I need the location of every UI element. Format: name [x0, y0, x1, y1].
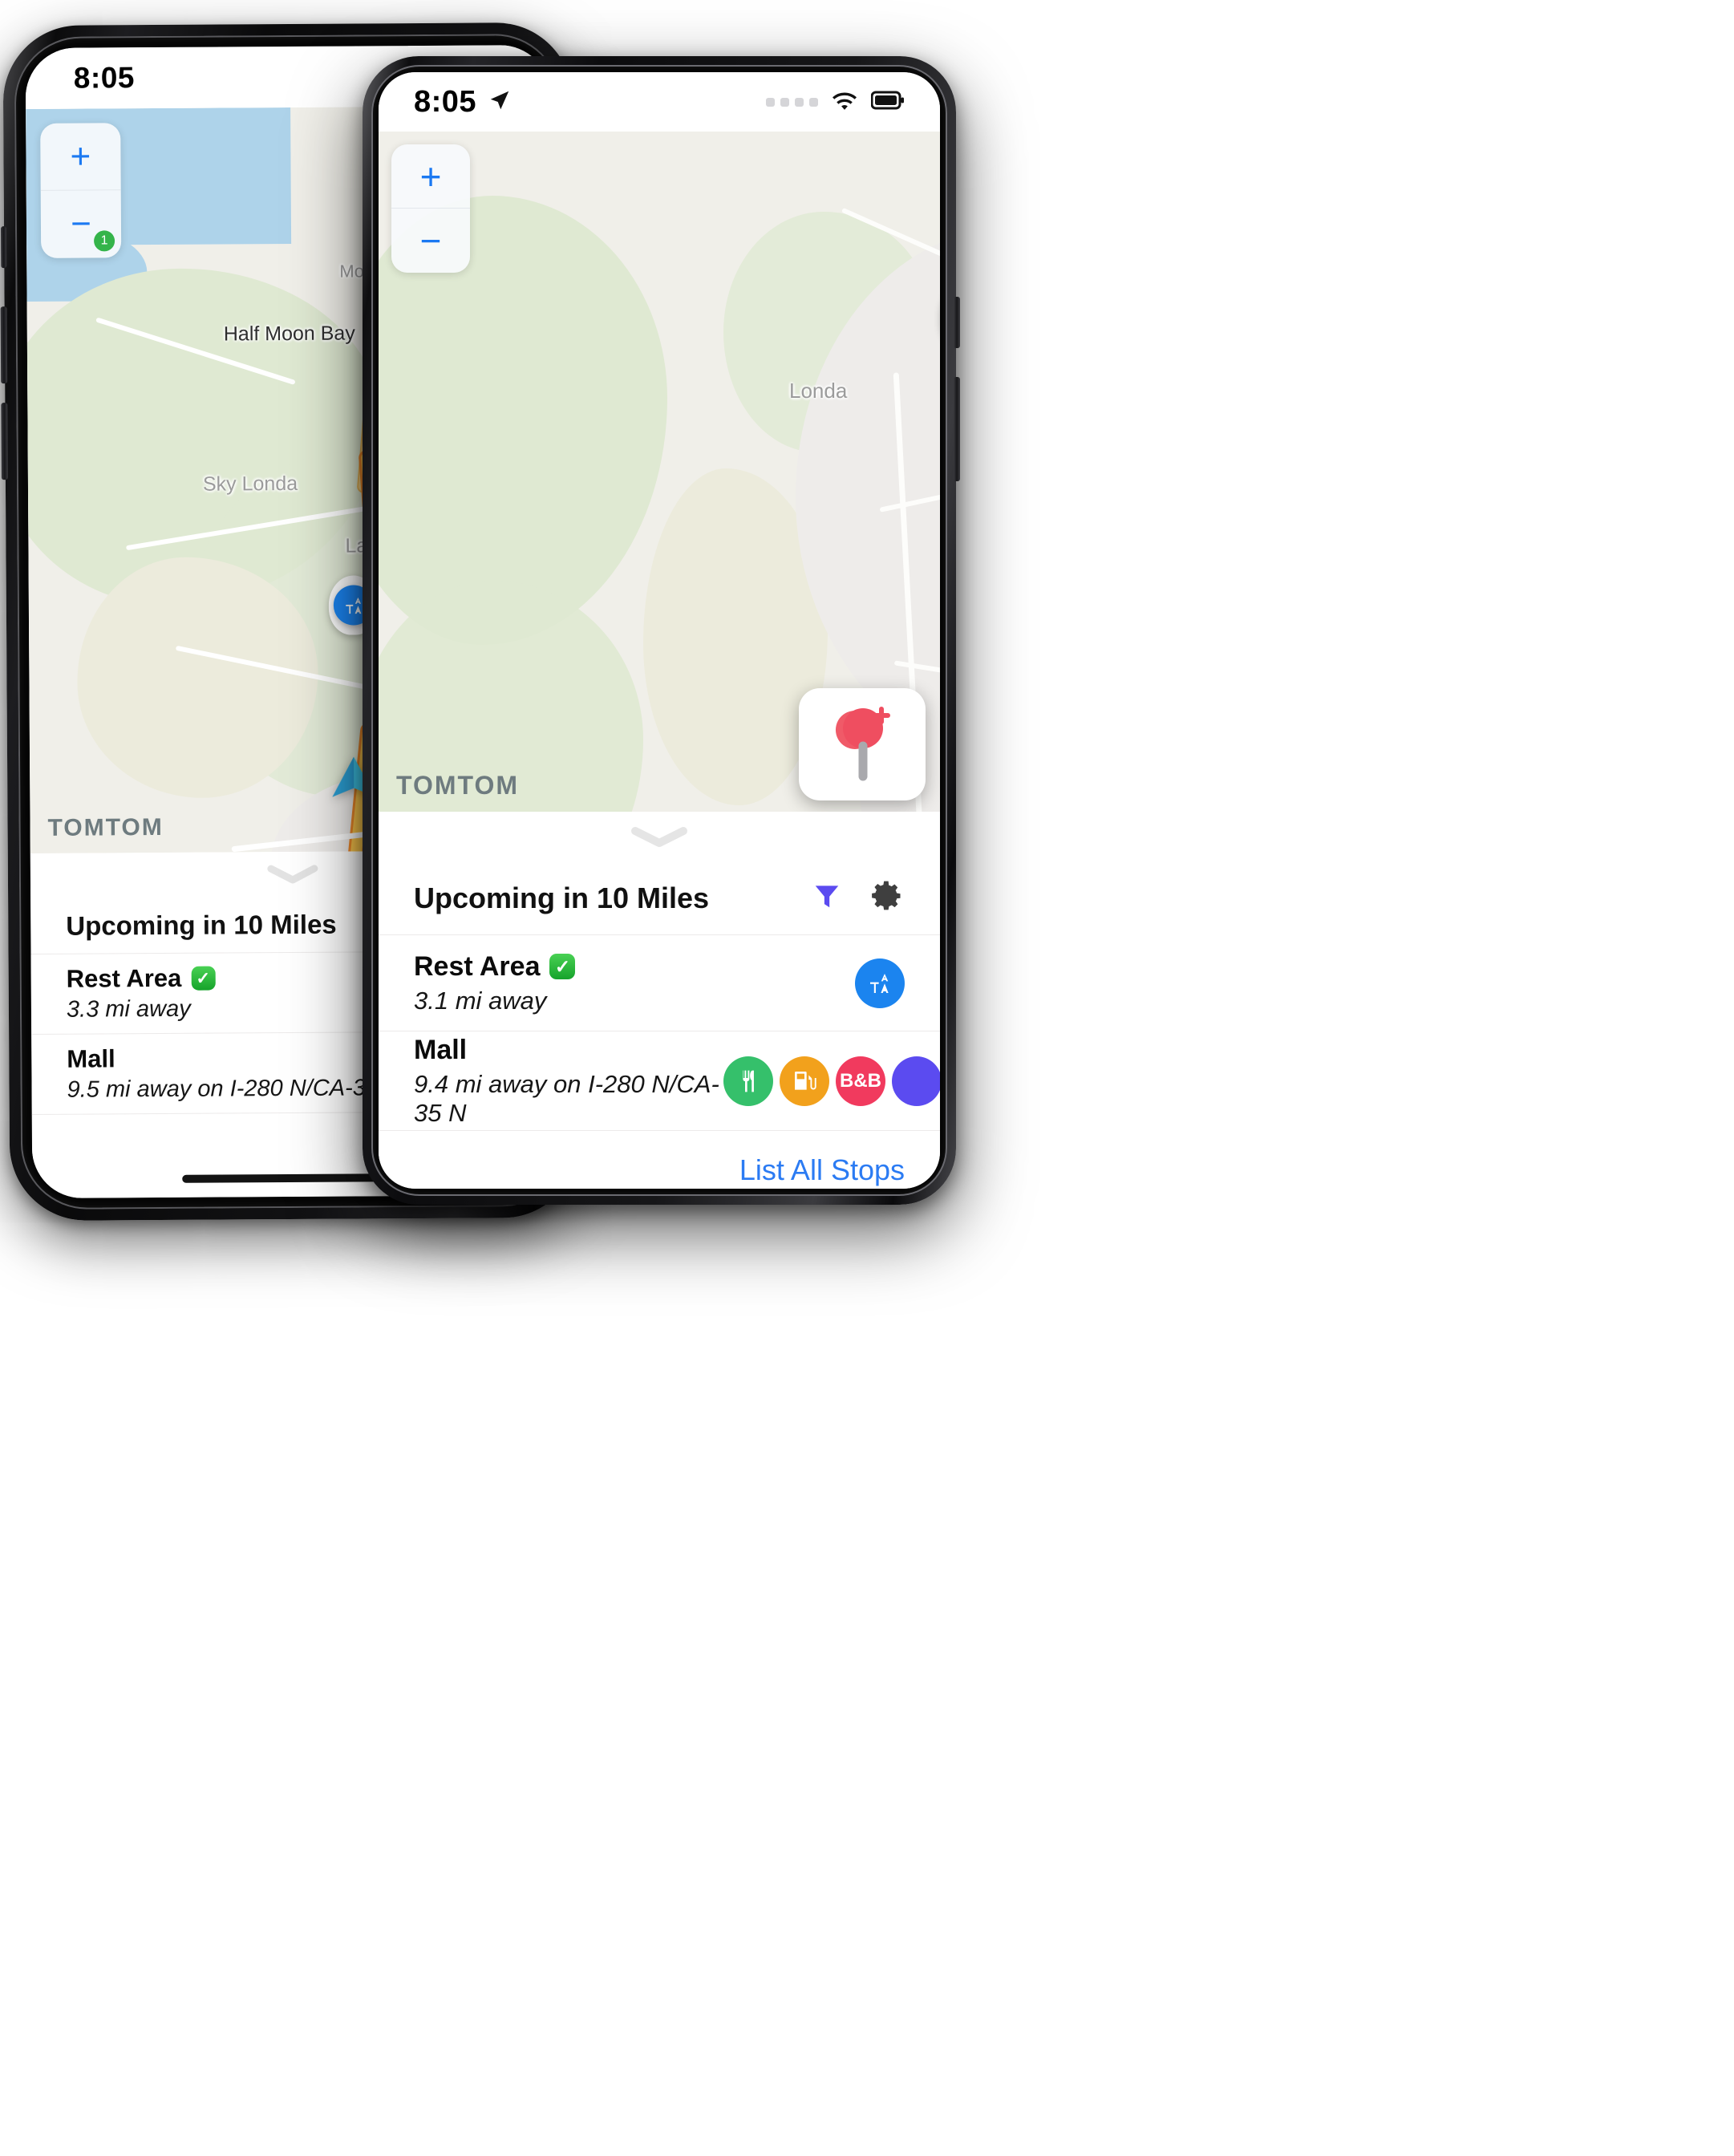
table-row[interactable]: Mall 9.4 mi away on I-280 N/CA-35 N B&B [379, 1031, 940, 1131]
battery-full-icon [870, 91, 905, 114]
android-bottom-sheet: Upcoming in 10 Miles Rest Area ✓ 3.1 mi … [379, 812, 940, 1189]
android-volume-button[interactable] [954, 377, 960, 481]
gear-icon[interactable] [869, 878, 905, 918]
map-label: Sky Londa [202, 472, 298, 496]
list-all-stops-link[interactable]: List All Stops [739, 1153, 905, 1187]
android-power-button[interactable] [954, 297, 960, 348]
row-title: Mall [414, 1034, 468, 1065]
row-title-wrap: Rest Area ✓ [414, 951, 855, 983]
iphone-volume-down-button[interactable] [1, 403, 8, 480]
restaurant-badge[interactable] [723, 1056, 773, 1106]
zoom-out-button[interactable]: − [391, 209, 470, 273]
row-title: Rest Area [414, 950, 541, 982]
signal-dots-icon [766, 97, 818, 107]
table-row[interactable]: Rest Area ✓ 3.1 mi away [379, 935, 940, 1031]
filter-icon[interactable] [812, 881, 842, 915]
tomtom-watermark: TOMTOM [47, 813, 164, 841]
row-badges [855, 958, 905, 1008]
iphone-zoom-control[interactable]: + − 1 [40, 123, 122, 258]
zoom-level-badge: 1 [94, 230, 115, 252]
wifi-icon [831, 89, 858, 116]
android-screen: 8:05 + − TOMTOM Londa Upcoming in 10 Mil… [379, 72, 940, 1189]
sheet-grabber[interactable] [379, 812, 940, 861]
row-content: Rest Area ✓ 3.1 mi away [414, 951, 855, 1015]
row-title: Rest Area [66, 963, 182, 993]
status-time: 8:05 [73, 61, 136, 95]
sheet-header-actions [812, 878, 905, 918]
sheet-title: Upcoming in 10 Miles [414, 881, 710, 914]
zoom-in-button[interactable]: + [391, 144, 470, 208]
android-status-bar: 8:05 [379, 72, 940, 132]
row-content: Mall 9.4 mi away on I-280 N/CA-35 N [414, 1035, 723, 1128]
map-label: Londa [789, 379, 848, 403]
row-title-wrap: Mall [414, 1035, 723, 1066]
row-subtitle: 3.1 mi away [414, 986, 547, 1015]
status-time: 8:05 [414, 84, 477, 119]
android-device: 8:05 + − TOMTOM Londa Upcoming in 10 Mil… [363, 56, 960, 1205]
check-icon: ✓ [191, 966, 216, 991]
more-badge[interactable] [892, 1056, 940, 1106]
android-map-view[interactable]: + − TOMTOM Londa [379, 132, 940, 812]
sheet-title: Upcoming in 10 Miles [66, 909, 337, 941]
status-icons [766, 89, 905, 116]
gas-badge[interactable] [780, 1056, 829, 1106]
sheet-footer: List All Stops [379, 1131, 940, 1189]
bnb-badge[interactable]: B&B [836, 1056, 885, 1106]
tomtom-watermark: TOMTOM [396, 771, 520, 800]
add-stop-button[interactable] [799, 688, 926, 800]
iphone-mute-switch[interactable] [0, 226, 7, 269]
sheet-header: Upcoming in 10 Miles [379, 861, 940, 935]
check-icon: ✓ [549, 954, 576, 979]
dual-phone-mockup: 8:05 + − 1 TOMTOM Half Moon Bay Sky Lond… [0, 0, 1734, 2156]
rest-area-badge[interactable] [855, 958, 905, 1008]
row-badges: B&B [723, 1056, 940, 1106]
row-subtitle: 9.4 mi away on I-280 N/CA-35 N [414, 1069, 719, 1127]
android-zoom-control[interactable]: + − [391, 144, 470, 273]
zoom-in-button[interactable]: + [40, 123, 121, 190]
map-label: Half Moon Bay [223, 322, 355, 346]
row-title: Mall [67, 1044, 115, 1073]
location-arrow-icon [488, 88, 512, 116]
iphone-volume-up-button[interactable] [0, 306, 8, 384]
